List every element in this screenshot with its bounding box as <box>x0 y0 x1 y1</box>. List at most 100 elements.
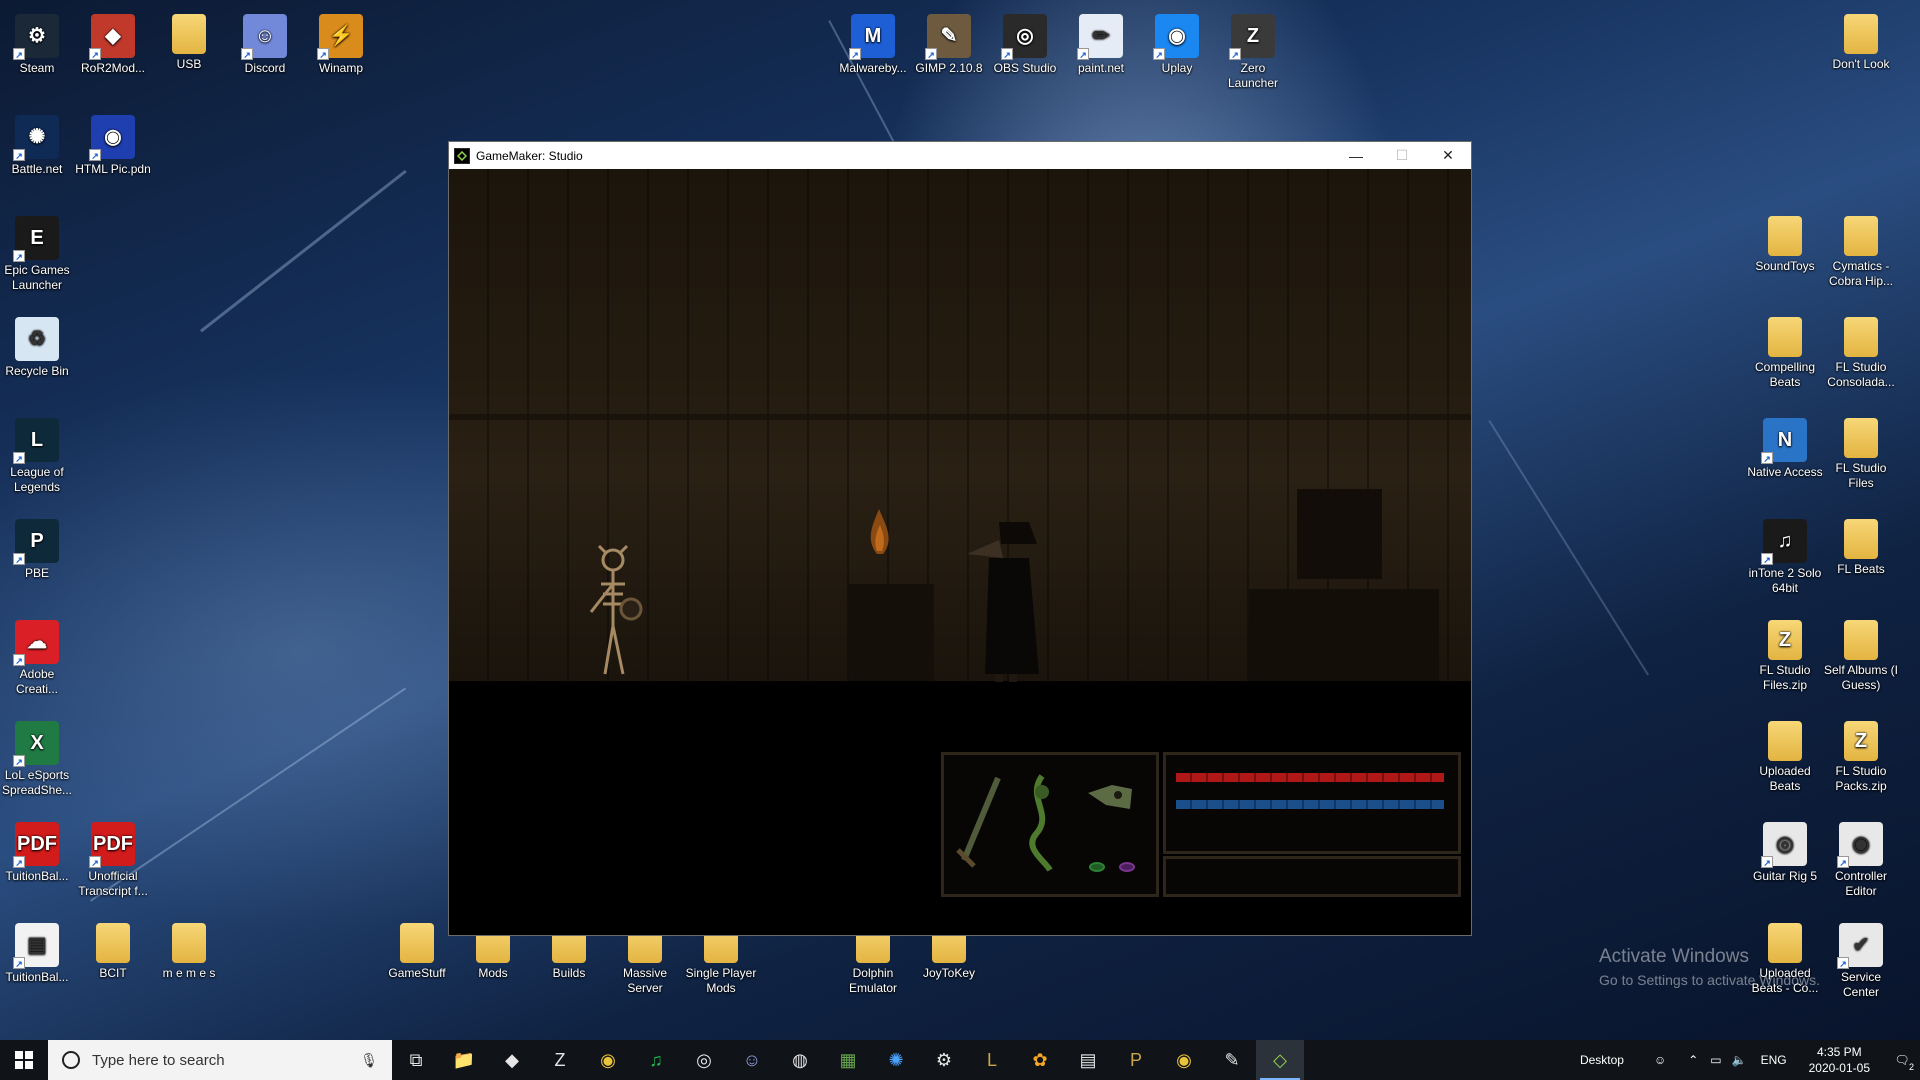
desktop-icon[interactable]: ✔ ↗ Service Center <box>1823 917 1899 1007</box>
desktop-icon[interactable]: N ↗ Native Access <box>1747 412 1823 502</box>
shortcut-arrow-icon: ↗ <box>89 48 101 60</box>
desktop-icon[interactable]: X ↗ LoL eSports SpreadShe... <box>0 715 75 805</box>
desktop-icon[interactable]: L ↗ League of Legends <box>0 412 75 502</box>
microphone-icon[interactable]: 🎙 <box>360 1052 378 1069</box>
desktop-icon[interactable]: Uploaded Beats <box>1747 715 1823 805</box>
desktop-icon[interactable]: ✏ ↗ paint.net <box>1063 8 1139 98</box>
desktop-icon-label: Steam <box>19 61 55 75</box>
close-button[interactable]: ✕ <box>1425 142 1471 169</box>
taskbar-app-ror2[interactable]: ◆ <box>488 1040 536 1080</box>
inventory-panel <box>941 752 1159 897</box>
clock[interactable]: 4:35 PM 2020-01-05 <box>1809 1044 1870 1076</box>
desktop-icon[interactable]: E ↗ Epic Games Launcher <box>0 210 75 300</box>
network-icon[interactable]: ▭ <box>1710 1053 1721 1067</box>
desktop-icon[interactable]: ⚡ ↗ Winamp <box>303 8 379 98</box>
minimize-button[interactable]: — <box>1333 142 1379 169</box>
taskbar-app-steam[interactable]: ⚙ <box>920 1040 968 1080</box>
desktop-icon[interactable]: FL Studio Consolada... <box>1823 311 1899 401</box>
desktop-icon[interactable]: PDF ↗ TuitionBal... <box>0 816 75 906</box>
taskbar-app-zero-launcher[interactable]: Z <box>536 1040 584 1080</box>
desktop-icon[interactable]: ☺ ↗ Discord <box>227 8 303 98</box>
taskbar-app-league[interactable]: L <box>968 1040 1016 1080</box>
desktop-icon[interactable]: FL Beats <box>1823 513 1899 603</box>
desktop-icon-label: Epic Games Launcher <box>4 263 70 292</box>
desktop-icon[interactable]: ☁ ↗ Adobe Creati... <box>0 614 75 704</box>
sword-item-icon[interactable] <box>950 770 1010 880</box>
taskbar-app-task-view[interactable]: ⧉ <box>392 1040 440 1080</box>
desktop-icon[interactable]: USB <box>151 8 227 98</box>
desktop-icon[interactable]: PDF ↗ Unofficial Transcript f... <box>75 816 151 906</box>
taskbar-app-battlenet[interactable]: ✺ <box>872 1040 920 1080</box>
desktop-icon-label: Mods <box>478 966 508 980</box>
folder-icon <box>1768 216 1802 256</box>
desktop-icon[interactable]: m e m e s <box>151 917 227 1007</box>
taskbar-app-minecraft[interactable]: ▦ <box>824 1040 872 1080</box>
desktop-icon[interactable]: ◉ ↗ Controller Editor <box>1823 816 1899 906</box>
desktop-icon[interactable]: Z FL Studio Files.zip <box>1747 614 1823 704</box>
desktop-icon[interactable]: GameStuff <box>379 917 455 1007</box>
desktop-icon[interactable]: ♻ Recycle Bin <box>0 311 75 401</box>
taskbar-app-uplay[interactable]: ◎ <box>680 1040 728 1080</box>
adobe-cc-icon: ☁ ↗ <box>13 620 59 666</box>
game-viewport[interactable] <box>449 169 1471 935</box>
green-orb-icon <box>1089 862 1105 872</box>
language-indicator[interactable]: ENG <box>1761 1053 1787 1067</box>
file-explorer-icon: 📁 <box>452 1049 476 1070</box>
plague-mask-item-icon[interactable] <box>1082 775 1138 825</box>
taskbar-app-spotify[interactable]: ♫ <box>632 1040 680 1080</box>
taskbar-app-fl-studio[interactable]: ✿ <box>1016 1040 1064 1080</box>
desktop-icon[interactable]: Uploaded Beats - Co... <box>1747 917 1823 1007</box>
desktop-icon[interactable]: ✎ ↗ GIMP 2.10.8 <box>911 8 987 98</box>
taskbar-app-notepad[interactable]: ▤ <box>1064 1040 1112 1080</box>
desktop-icon[interactable]: ◉ ↗ HTML Pic.pdn <box>75 109 151 199</box>
window-titlebar[interactable]: GameMaker: Studio — ☐ ✕ <box>449 142 1471 169</box>
desktop-icon[interactable]: ◎ ↗ Guitar Rig 5 <box>1747 816 1823 906</box>
desktop-icon[interactable]: BCIT <box>75 917 151 1007</box>
folder-icon <box>1844 14 1878 54</box>
start-button[interactable] <box>0 1040 48 1080</box>
desktop-icon-label: Discord <box>244 61 286 75</box>
desktop-icon[interactable]: ◉ ↗ Uplay <box>1139 8 1215 98</box>
desktop-icon[interactable]: Cymatics - Cobra Hip... <box>1823 210 1899 300</box>
taskbar-app-chrome[interactable]: ◉ <box>584 1040 632 1080</box>
desktop-icon[interactable]: P ↗ PBE <box>0 513 75 603</box>
desktop-icon[interactable]: ◆ ↗ RoR2Mod... <box>75 8 151 98</box>
desktop-icon-label: m e m e s <box>162 966 216 980</box>
wallpaper-streak <box>200 169 407 333</box>
taskbar-app-obs[interactable]: ◍ <box>776 1040 824 1080</box>
desktop-icon[interactable]: M ↗ Malwareby... <box>835 8 911 98</box>
desktop-icon[interactable]: FL Studio Files <box>1823 412 1899 502</box>
folder-icon <box>1844 620 1878 660</box>
taskbar-app-discord[interactable]: ☺ <box>728 1040 776 1080</box>
desktop-icon[interactable]: Don't Look <box>1823 8 1899 98</box>
folder-icon <box>1768 923 1802 963</box>
desktop-icon[interactable]: ✺ ↗ Battle.net <box>0 109 75 199</box>
volume-icon[interactable]: 🔈 <box>1732 1053 1747 1067</box>
desktop-icon[interactable]: ♫ ↗ inTone 2 Solo 64bit <box>1747 513 1823 603</box>
desktop-icon[interactable]: ▤ ↗ TuitionBal... <box>0 917 75 1007</box>
maximize-button[interactable]: ☐ <box>1379 142 1425 169</box>
spotify-icon: ♫ <box>649 1049 663 1070</box>
taskbar-app-file-explorer[interactable]: 📁 <box>440 1040 488 1080</box>
people-icon[interactable]: ☺ <box>1654 1053 1666 1067</box>
desktop-icon[interactable]: Compelling Beats <box>1747 311 1823 401</box>
taskbar-app-gimp[interactable]: ✎ <box>1208 1040 1256 1080</box>
desktop-icon-label: SoundToys <box>1755 259 1815 273</box>
herb-item-icon[interactable] <box>1014 770 1070 880</box>
desktop-icon[interactable]: ◎ ↗ OBS Studio <box>987 8 1063 98</box>
desktop-icon[interactable]: Z FL Studio Packs.zip <box>1823 715 1899 805</box>
desktop-icon[interactable]: SoundToys <box>1747 210 1823 300</box>
show-hidden-icons[interactable]: ⌃ <box>1688 1053 1698 1067</box>
desktop-icon-label: Compelling Beats <box>1754 360 1816 389</box>
action-center-button[interactable]: 🗨 2 <box>1884 1040 1920 1080</box>
desktop-icon[interactable]: Z ↗ Zero Launcher <box>1215 8 1291 98</box>
desktop-toolbar[interactable]: Desktop <box>1580 1053 1624 1067</box>
desktop-icon[interactable]: ⚙ ↗ Steam <box>0 8 75 98</box>
search-box[interactable]: Type here to search 🎙 <box>48 1040 392 1080</box>
malwarebytes-icon: M ↗ <box>849 14 895 60</box>
taskbar-app-gamemaker[interactable]: ◇ <box>1256 1040 1304 1080</box>
gamemaker-window[interactable]: GameMaker: Studio — ☐ ✕ <box>448 141 1472 936</box>
desktop-icon[interactable]: Self Albums (I Guess) <box>1823 614 1899 704</box>
taskbar-app-chrome[interactable]: ◉ <box>1160 1040 1208 1080</box>
taskbar-app-pbe[interactable]: P <box>1112 1040 1160 1080</box>
